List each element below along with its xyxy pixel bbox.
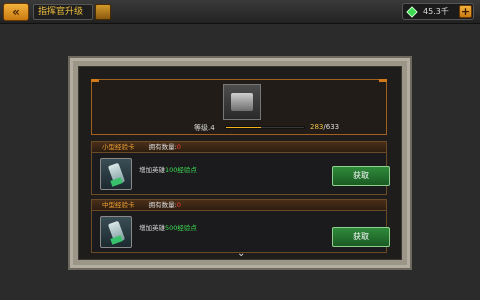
exp-progress-bar — [225, 126, 305, 129]
item-header: 小型经验卡 拥有数量:0 — [92, 142, 386, 153]
exp-text: 283/633 — [310, 123, 339, 131]
commander-level: 等级.4 — [194, 124, 215, 132]
item-name: 小型经验卡 — [102, 143, 135, 151]
gem-amount: 45.3千 — [423, 7, 449, 16]
owned-count: 0 — [176, 201, 181, 209]
commander-summary: 等级.4 283/633 — [91, 79, 387, 135]
item-description: 增加英雄100经验点 — [139, 164, 197, 174]
list-item: 小型经验卡 拥有数量:0 增加英雄100经验点 获取 — [91, 141, 390, 195]
exp-card-small-icon — [100, 158, 132, 190]
item-description: 增加英雄500经验点 — [139, 222, 197, 232]
panel-content: 等级.4 283/633 小型经验卡 拥有数量:0 增加英雄100经验点 获取 … — [78, 66, 402, 260]
get-button[interactable]: 获取 — [332, 166, 390, 186]
gem-icon — [406, 6, 418, 18]
exp-progress-fill — [226, 127, 261, 128]
desc-prefix: 增加英雄 — [139, 224, 165, 232]
item-header: 中型经验卡 拥有数量:0 — [92, 200, 386, 211]
commander-tank-icon — [223, 84, 261, 120]
get-button[interactable]: 获取 — [332, 227, 390, 247]
back-button[interactable]: « — [3, 3, 29, 21]
owned-label: 拥有数量: — [148, 201, 177, 209]
desc-prefix: 增加英雄 — [139, 166, 165, 174]
rank-icon[interactable] — [95, 4, 111, 20]
exp-max: 633 — [325, 123, 340, 131]
top-bar: « 指挥官升级 45.3千 + — [0, 0, 480, 24]
exp-current: 283 — [310, 123, 324, 131]
desc-exp: 500经验点 — [165, 224, 197, 232]
owned-count: 0 — [176, 143, 181, 151]
exp-card-medium-icon — [100, 216, 132, 248]
item-name: 中型经验卡 — [102, 201, 135, 209]
owned-label: 拥有数量: — [148, 143, 177, 151]
page-title: 指挥官升级 — [33, 4, 93, 20]
scroll-down-icon[interactable]: ⌄ — [237, 249, 247, 259]
list-item: 中型经验卡 拥有数量:0 增加英雄500经验点 获取 — [91, 199, 390, 253]
desc-exp: 100经验点 — [165, 166, 197, 174]
add-gems-button[interactable]: + — [459, 5, 472, 18]
upgrade-panel: 等级.4 283/633 小型经验卡 拥有数量:0 增加英雄100经验点 获取 … — [68, 56, 412, 270]
gem-currency: 45.3千 + — [402, 3, 474, 20]
